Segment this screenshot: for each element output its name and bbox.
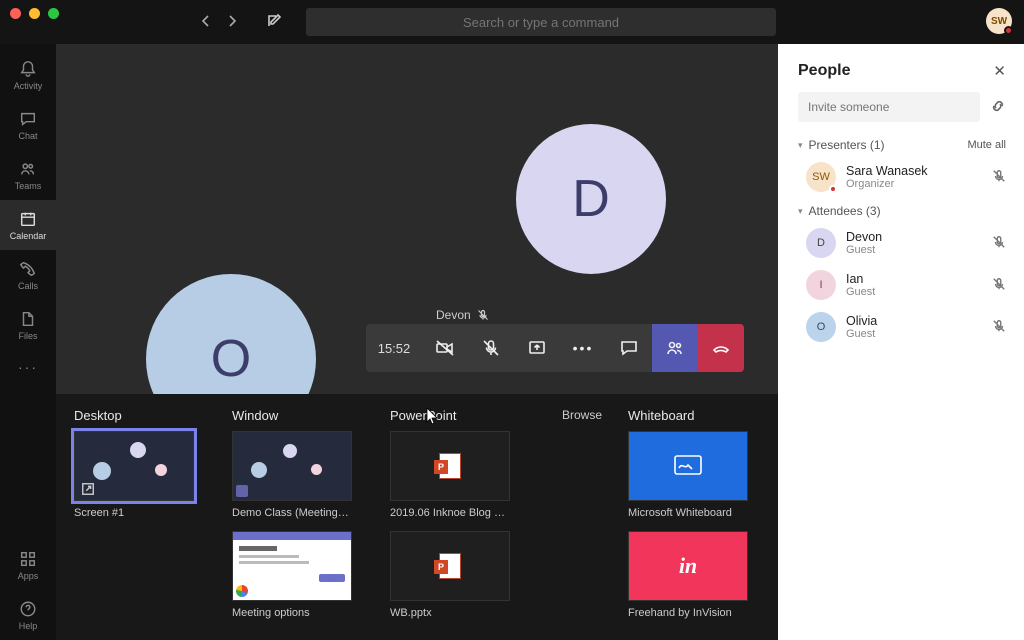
chrome-app-icon xyxy=(236,585,248,597)
video-stage: D O Devon 15:52 ••• xyxy=(56,44,778,394)
window-traffic-lights[interactable] xyxy=(10,8,59,19)
meeting-control-bar: 15:52 ••• xyxy=(366,324,744,372)
rail-files[interactable]: Files xyxy=(0,300,56,350)
share-window-meeting-options[interactable]: Meeting options xyxy=(232,531,352,619)
mic-muted-icon[interactable] xyxy=(992,319,1006,336)
person-row[interactable]: D DevonGuest xyxy=(778,222,1024,264)
app-rail: Activity Chat Teams Calendar Calls Files… xyxy=(0,44,56,640)
compose-icon[interactable] xyxy=(266,13,282,32)
topbar: SW xyxy=(0,0,1024,44)
share-screen-button[interactable] xyxy=(514,324,560,372)
call-duration: 15:52 xyxy=(366,324,422,372)
share-ppt-1[interactable]: 2019.06 Inknoe Blog Lau… xyxy=(390,431,510,519)
browse-link[interactable]: Browse xyxy=(562,408,602,422)
speaker-label: Devon xyxy=(436,308,489,322)
popout-icon xyxy=(81,482,95,496)
invite-input[interactable] xyxy=(798,92,980,122)
share-desktop-screen1[interactable]: Screen #1 xyxy=(74,431,194,519)
more-actions-button[interactable]: ••• xyxy=(560,324,606,372)
rail-apps[interactable]: Apps xyxy=(0,540,56,590)
people-title: People xyxy=(798,62,850,80)
person-row[interactable]: SW Sara Wanasek Organizer xyxy=(778,156,1024,198)
attendees-section-header[interactable]: Attendees (3) xyxy=(778,198,1024,222)
nav-forward-icon[interactable] xyxy=(226,14,238,30)
meeting-main: D O Devon 15:52 ••• xyxy=(56,44,778,640)
powerpoint-file-icon xyxy=(439,553,461,579)
invision-icon: in xyxy=(679,553,697,579)
rail-teams[interactable]: Teams xyxy=(0,150,56,200)
tray-powerpoint-heading: PowerPointBrowse xyxy=(390,408,602,423)
mute-all-button[interactable]: Mute all xyxy=(967,139,1006,151)
share-window-demo-class[interactable]: Demo Class (Meeting) | … xyxy=(232,431,352,519)
mic-muted-icon[interactable] xyxy=(992,277,1006,294)
tray-desktop-heading: Desktop xyxy=(74,408,206,423)
avatar: SW xyxy=(806,162,836,192)
rail-more[interactable]: ··· xyxy=(0,350,56,384)
current-user-avatar[interactable]: SW xyxy=(986,8,1012,34)
copy-link-icon[interactable] xyxy=(990,98,1006,117)
toggle-camera-button[interactable] xyxy=(422,324,468,372)
rail-help[interactable]: Help xyxy=(0,590,56,640)
presence-busy-icon xyxy=(1004,26,1013,35)
rail-calendar[interactable]: Calendar xyxy=(0,200,56,250)
powerpoint-file-icon xyxy=(439,453,461,479)
avatar: D xyxy=(806,228,836,258)
mic-muted-icon[interactable] xyxy=(992,169,1006,186)
toggle-chat-button[interactable] xyxy=(606,324,652,372)
close-people-button[interactable]: ✕ xyxy=(993,62,1006,80)
whiteboard-icon xyxy=(673,454,703,478)
avatar: I xyxy=(806,270,836,300)
person-row[interactable]: I IanGuest xyxy=(778,264,1024,306)
person-row[interactable]: O OliviaGuest xyxy=(778,306,1024,348)
participant-bubble-olivia[interactable]: O xyxy=(146,274,316,394)
avatar-initials: SW xyxy=(991,16,1007,27)
people-panel: People ✕ Presenters (1) Mute all SW Sara… xyxy=(778,44,1024,640)
participant-bubble-devon[interactable]: D xyxy=(516,124,666,274)
avatar: O xyxy=(806,312,836,342)
toggle-people-button[interactable] xyxy=(652,324,698,372)
mic-muted-icon xyxy=(477,309,489,321)
mic-muted-icon[interactable] xyxy=(992,235,1006,252)
presence-busy-icon xyxy=(829,185,837,193)
share-whiteboard-ms[interactable]: Microsoft Whiteboard xyxy=(628,431,748,519)
share-whiteboard-invision[interactable]: in Freehand by InVision xyxy=(628,531,748,619)
rail-activity[interactable]: Activity xyxy=(0,50,56,100)
presenters-section-header[interactable]: Presenters (1) Mute all xyxy=(778,132,1024,156)
share-ppt-2[interactable]: WB.pptx xyxy=(390,531,510,619)
toggle-mic-button[interactable] xyxy=(468,324,514,372)
tray-window-heading: Window xyxy=(232,408,364,423)
hang-up-button[interactable] xyxy=(698,324,744,372)
teams-app-icon xyxy=(236,485,248,497)
rail-calls[interactable]: Calls xyxy=(0,250,56,300)
search-input[interactable] xyxy=(306,8,776,36)
nav-back-icon[interactable] xyxy=(200,14,212,30)
tray-whiteboard-heading: Whiteboard xyxy=(628,408,760,423)
rail-chat[interactable]: Chat xyxy=(0,100,56,150)
share-tray: Desktop Screen #1 Window xyxy=(56,394,778,640)
